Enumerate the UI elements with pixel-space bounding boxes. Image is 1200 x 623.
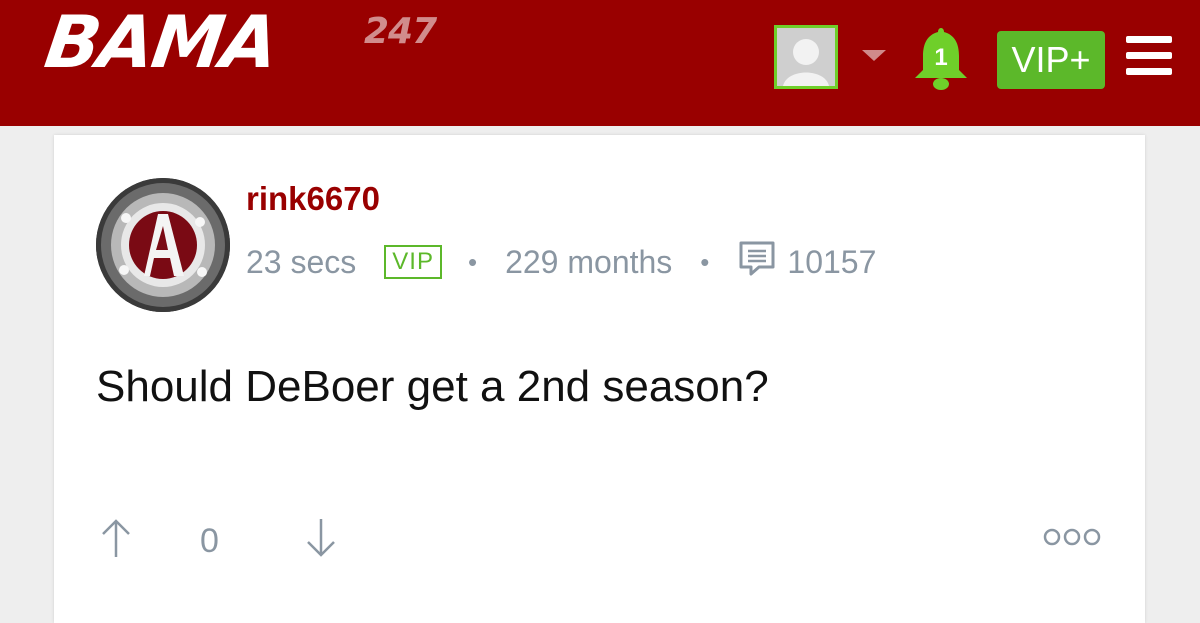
post-timestamp: 23 secs — [246, 243, 357, 280]
member-duration: 229 months — [505, 243, 673, 280]
post-count: 10157 — [787, 243, 877, 280]
post-title[interactable]: Should DeBoer get a 2nd season? — [96, 362, 769, 412]
notifications-button[interactable]: 1 — [912, 26, 970, 92]
meta-separator: • — [467, 246, 478, 277]
arrow-up-icon[interactable] — [100, 517, 132, 559]
hamburger-icon[interactable] — [1126, 36, 1172, 76]
comment-icon — [737, 238, 777, 286]
site-logo[interactable]: BAMA 247 — [40, 0, 437, 84]
account-dropdown-caret-icon[interactable] — [862, 50, 886, 61]
logo-superscript: 247 — [364, 11, 437, 52]
vip-plus-button[interactable]: VIP+ — [997, 31, 1105, 89]
default-avatar-icon — [777, 28, 835, 86]
vote-count: 0 — [200, 522, 219, 560]
user-avatar-button[interactable] — [774, 25, 838, 89]
logo-text: BAMA — [40, 0, 282, 84]
top-navigation-bar: BAMA 247 1 VIP+ — [0, 0, 1200, 126]
arrow-down-icon[interactable] — [305, 517, 337, 559]
post-author-username[interactable]: rink6670 — [246, 180, 380, 218]
post-meta-row: 23 secs VIP • 229 months • 10157 — [246, 240, 876, 284]
vip-badge: VIP — [384, 245, 442, 279]
more-icon[interactable] — [1042, 526, 1102, 548]
championship-ring-avatar-image — [96, 178, 230, 312]
notification-count: 1 — [934, 44, 948, 71]
poster-avatar[interactable] — [96, 178, 230, 312]
meta-separator: • — [700, 246, 710, 277]
